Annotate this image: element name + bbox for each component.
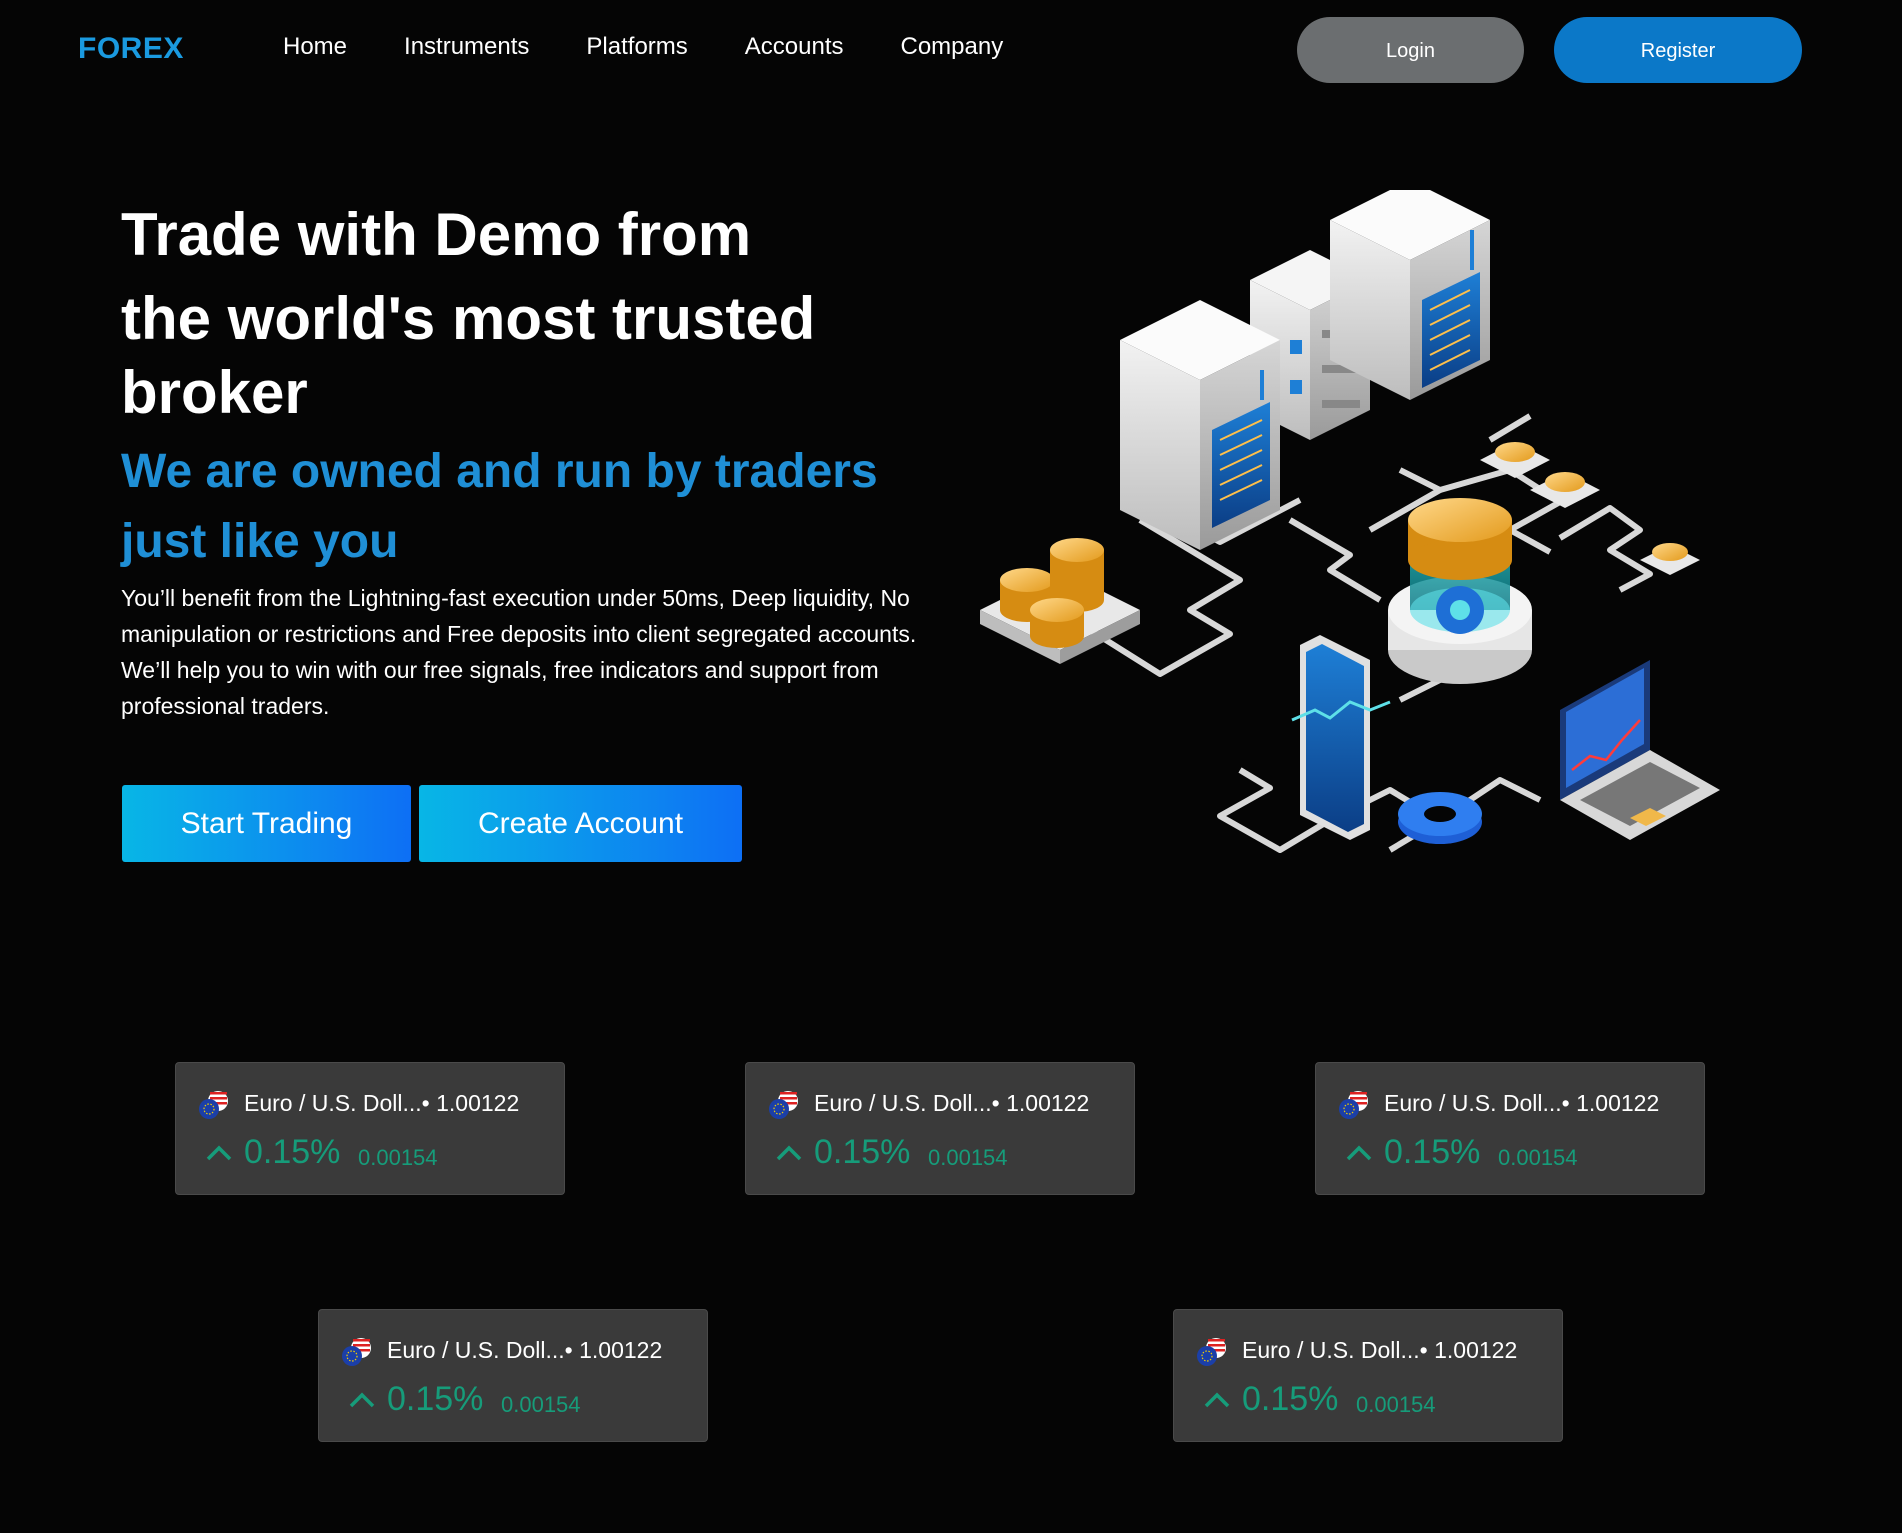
ticker-change-percent: 0.15% bbox=[387, 1380, 484, 1418]
ticker-pair: Euro / U.S. Doll...• 1.00122 bbox=[1384, 1090, 1660, 1116]
hero-title-line2: the world's most trusted broker bbox=[121, 285, 816, 426]
phone-device bbox=[1291, 635, 1391, 840]
nav-link-company[interactable]: Company bbox=[901, 33, 1004, 61]
eur-usd-flag-icon bbox=[1339, 1091, 1368, 1119]
trading-network-illustration bbox=[980, 190, 1720, 853]
nav-link-accounts[interactable]: Accounts bbox=[745, 33, 844, 61]
ticker-pair: Euro / U.S. Doll...• 1.00122 bbox=[1242, 1337, 1518, 1363]
ticker-card[interactable]: Euro / U.S. Doll...• 1.00122 0.15% 0.001… bbox=[175, 1062, 565, 1195]
nav-link-platforms[interactable]: Platforms bbox=[586, 33, 687, 61]
laptop-device bbox=[1560, 660, 1720, 840]
hero-title-line1: Trade with Demo from bbox=[121, 201, 752, 268]
eur-usd-flag-icon bbox=[199, 1091, 228, 1119]
chevron-up-icon bbox=[1346, 1145, 1372, 1161]
hero-description: You’ll benefit from the Lightning-fast e… bbox=[121, 585, 917, 719]
hero-title: Trade with Demo from the world's most tr… bbox=[121, 198, 881, 430]
gear-illustration bbox=[1398, 792, 1482, 844]
ticker-pair: Euro / U.S. Doll...• 1.00122 bbox=[814, 1090, 1090, 1116]
eur-usd-flag-icon bbox=[769, 1091, 798, 1119]
brand-logo[interactable]: FOREX bbox=[78, 32, 184, 66]
top-navigation: FOREX Home Instruments Platforms Account… bbox=[0, 0, 1902, 100]
eur-usd-flag-icon bbox=[342, 1338, 371, 1366]
ticker-change-value: 0.00154 bbox=[501, 1392, 581, 1417]
nav-links: Home Instruments Platforms Accounts Comp… bbox=[283, 33, 1060, 61]
ticker-change-value: 0.00154 bbox=[1498, 1145, 1578, 1170]
nav-link-instruments[interactable]: Instruments bbox=[404, 33, 529, 61]
eur-usd-flag-icon bbox=[1197, 1338, 1226, 1366]
ticker-card[interactable]: Euro / U.S. Doll...• 1.00122 0.15% 0.001… bbox=[745, 1062, 1135, 1195]
ticker-pair: Euro / U.S. Doll...• 1.00122 bbox=[244, 1090, 520, 1116]
chevron-up-icon bbox=[206, 1145, 232, 1161]
ticker-pair: Euro / U.S. Doll...• 1.00122 bbox=[387, 1337, 663, 1363]
central-coin-vault bbox=[1388, 498, 1532, 684]
ticker-change-percent: 0.15% bbox=[1384, 1133, 1481, 1171]
ticker-change-percent: 0.15% bbox=[814, 1133, 911, 1171]
chevron-up-icon bbox=[776, 1145, 802, 1161]
chevron-up-icon bbox=[1204, 1392, 1230, 1408]
ticker-card[interactable]: Euro / U.S. Doll...• 1.00122 0.15% 0.001… bbox=[318, 1309, 708, 1442]
ticker-change-value: 0.00154 bbox=[928, 1145, 1008, 1170]
ticker-card[interactable]: Euro / U.S. Doll...• 1.00122 0.15% 0.001… bbox=[1315, 1062, 1705, 1195]
start-trading-button[interactable]: Start Trading bbox=[122, 785, 411, 862]
nav-link-home[interactable]: Home bbox=[283, 33, 347, 61]
chevron-up-icon bbox=[349, 1392, 375, 1408]
ticker-change-percent: 0.15% bbox=[244, 1133, 341, 1171]
login-button[interactable]: Login bbox=[1297, 17, 1524, 83]
create-account-button[interactable]: Create Account bbox=[419, 785, 742, 862]
coin-pads bbox=[1480, 442, 1700, 575]
hero-subtitle: We are owned and run by traders just lik… bbox=[121, 445, 878, 568]
register-button[interactable]: Register bbox=[1554, 17, 1802, 83]
ticker-card[interactable]: Euro / U.S. Doll...• 1.00122 0.15% 0.001… bbox=[1173, 1309, 1563, 1442]
ticker-change-value: 0.00154 bbox=[1356, 1392, 1436, 1417]
ticker-change-percent: 0.15% bbox=[1242, 1380, 1339, 1418]
ticker-change-value: 0.00154 bbox=[358, 1145, 438, 1170]
